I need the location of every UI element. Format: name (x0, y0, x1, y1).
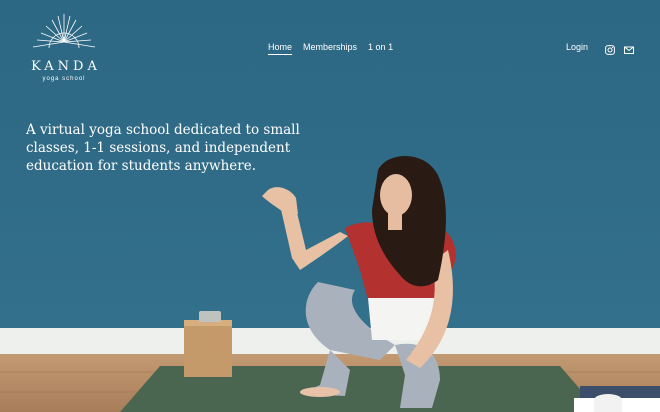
email-icon[interactable] (624, 42, 634, 60)
instagram-icon[interactable] (605, 42, 615, 60)
brand-name: KANDA (31, 59, 101, 74)
nav-one-on-one[interactable]: 1 on 1 (368, 42, 393, 55)
sunburst-icon (32, 14, 96, 49)
brand-logo[interactable]: KANDA yoga school (22, 12, 106, 82)
nav-home[interactable]: Home (268, 42, 293, 55)
main-nav: Home Memberships 1 on 1 (268, 42, 404, 55)
login-link[interactable]: Login (566, 42, 588, 52)
nav-memberships[interactable]: Memberships (303, 42, 357, 55)
brand-subtitle: yoga school (42, 76, 86, 82)
hero-tagline: A virtual yoga school dedicated to small… (26, 122, 300, 174)
